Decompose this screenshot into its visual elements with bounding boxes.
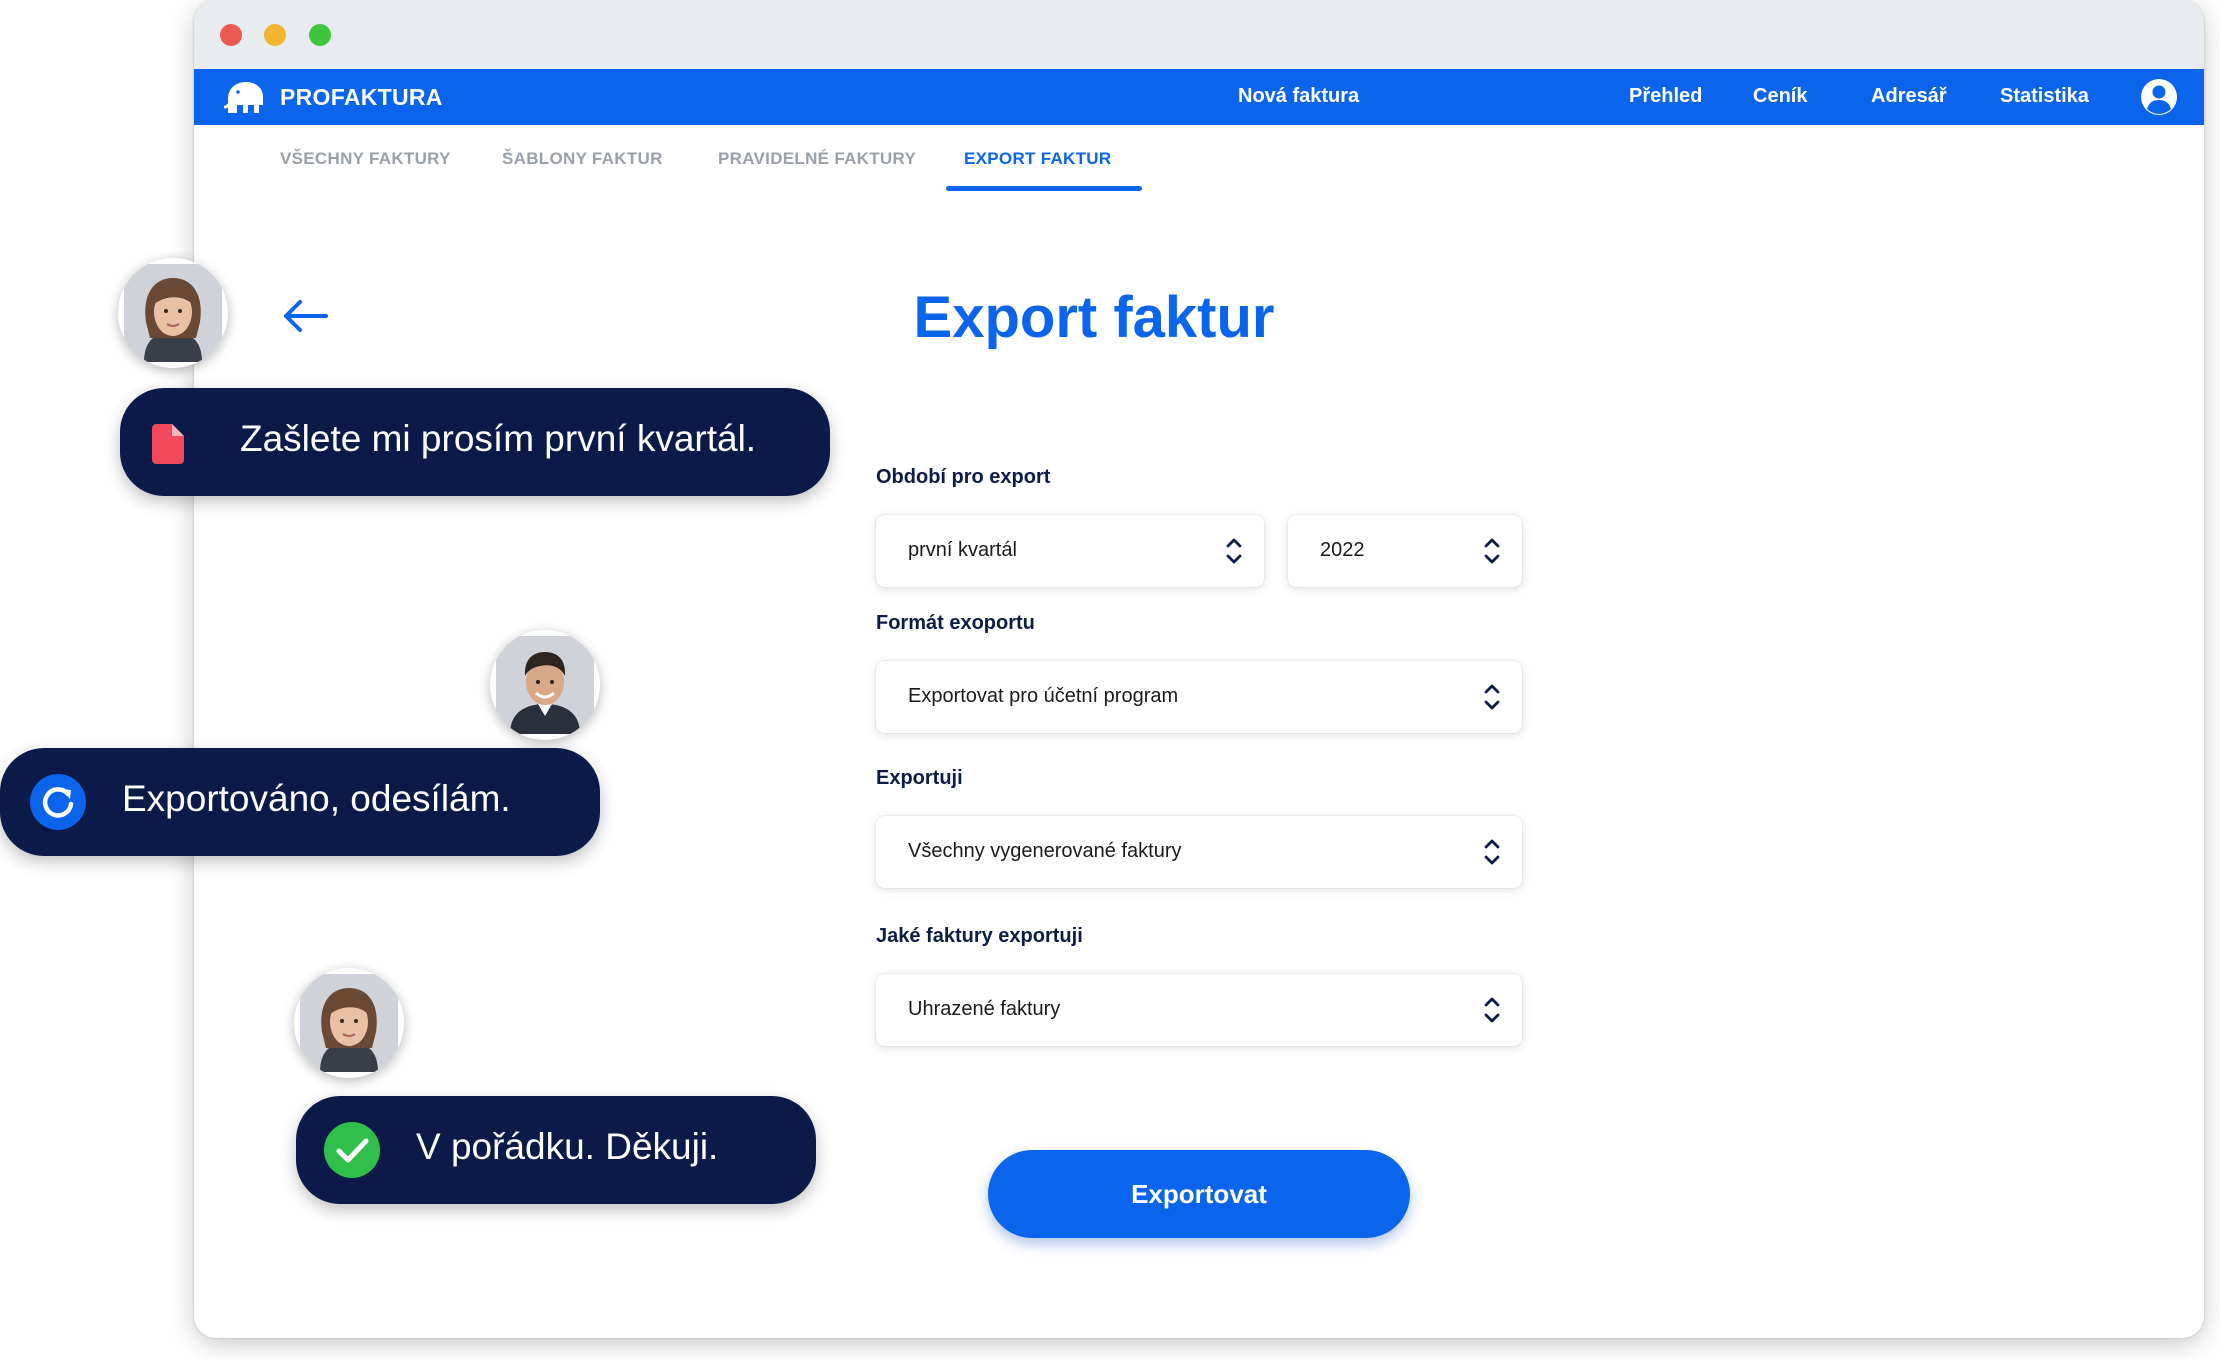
refresh-icon <box>30 774 86 830</box>
chevron-updown-icon <box>1226 538 1242 564</box>
document-icon <box>152 424 184 464</box>
year-select-value: 2022 <box>1320 539 1365 561</box>
chat-bubble-thanks-text: V pořádku. Děkuji. <box>416 1126 719 1167</box>
chevron-updown-icon <box>1484 538 1500 564</box>
chevron-updown-icon <box>1484 684 1500 710</box>
user-circle-icon[interactable] <box>2140 78 2178 116</box>
period-label: Období pro export <box>876 466 1051 488</box>
window-titlebar <box>194 0 2204 69</box>
top-navbar: PROFAKTURA Nová faktura Přehled Ceník Ad… <box>194 69 2204 125</box>
woman-avatar-icon <box>300 974 398 1072</box>
nav-link-statistika[interactable]: Statistika <box>2000 85 2089 108</box>
active-tab-indicator <box>946 186 1142 191</box>
avatar-woman-2 <box>294 968 404 1078</box>
type-label: Jaké faktury exportuji <box>876 925 1083 947</box>
scope-select-value: Všechny vygenerované faktury <box>908 840 1182 862</box>
tab-pravidelne-faktury[interactable]: PRAVIDELNÉ FAKTURY <box>718 149 916 169</box>
tab-sablony-faktur[interactable]: ŠABLONY FAKTUR <box>502 149 663 169</box>
scope-label: Exportuji <box>876 767 963 789</box>
window-minimize-button[interactable] <box>264 24 286 46</box>
window-maximize-button[interactable] <box>309 24 331 46</box>
chevron-updown-icon <box>1484 997 1500 1023</box>
period-select-value: první kvartál <box>908 539 1017 561</box>
chat-bubble-thanks: V pořádku. Děkuji. <box>296 1096 816 1204</box>
tab-vsechny-faktury[interactable]: VŠECHNY FAKTURY <box>280 149 451 169</box>
format-select[interactable]: Exportovat pro účetní program <box>876 661 1522 733</box>
chat-bubble-request: Zašlete mi prosím první kvartál. <box>120 388 830 496</box>
man-avatar-icon <box>496 636 594 734</box>
export-button[interactable]: Exportovat <box>988 1150 1410 1238</box>
avatar-man <box>490 630 600 740</box>
window-close-button[interactable] <box>220 24 242 46</box>
page-title: Export faktur <box>913 285 1275 350</box>
nav-link-nova-faktura[interactable]: Nová faktura <box>1238 85 1359 108</box>
tab-bar: VŠECHNY FAKTURY ŠABLONY FAKTUR PRAVIDELN… <box>194 125 2204 195</box>
format-label: Formát exoportu <box>876 612 1035 634</box>
chevron-updown-icon <box>1484 839 1500 865</box>
chat-bubble-reply-text: Exportováno, odesílám. <box>122 778 511 819</box>
period-select[interactable]: první kvartál <box>876 515 1264 587</box>
nav-link-prehled[interactable]: Přehled <box>1629 85 1702 108</box>
check-circle-icon <box>324 1122 380 1178</box>
mammoth-logo-icon <box>224 82 263 113</box>
nav-link-adresar[interactable]: Adresář <box>1871 85 1947 108</box>
chat-bubble-request-text: Zašlete mi prosím první kvartál. <box>240 418 757 459</box>
type-select[interactable]: Uhrazené faktury <box>876 974 1522 1046</box>
brand-name: PROFAKTURA <box>280 83 443 110</box>
type-select-value: Uhrazené faktury <box>908 998 1061 1020</box>
chat-bubble-reply: Exportováno, odesílám. <box>0 748 600 856</box>
avatar-woman <box>118 258 228 368</box>
format-select-value: Exportovat pro účetní program <box>908 685 1179 707</box>
nav-link-cenik[interactable]: Ceník <box>1753 85 1807 108</box>
arrow-left-icon[interactable] <box>280 298 330 334</box>
woman-avatar-icon <box>124 264 222 362</box>
brand[interactable]: PROFAKTURA <box>224 79 443 115</box>
scope-select[interactable]: Všechny vygenerované faktury <box>876 816 1522 888</box>
tab-export-faktur[interactable]: EXPORT FAKTUR <box>964 149 1111 169</box>
year-select[interactable]: 2022 <box>1288 515 1522 587</box>
